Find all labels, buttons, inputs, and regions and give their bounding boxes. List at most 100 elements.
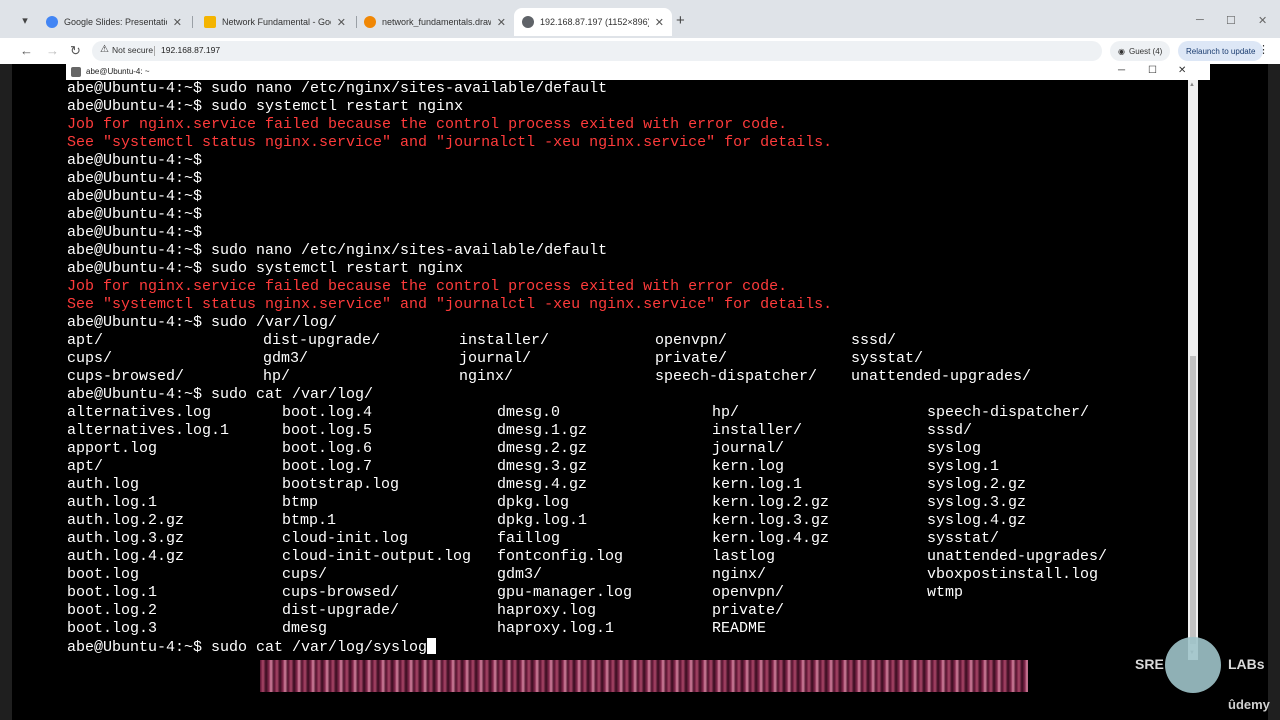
tab-title: Google Slides: Presentation Slides xyxy=(64,17,167,27)
terminal-line: abe@Ubuntu-4:~$ xyxy=(67,188,203,205)
maximize-icon[interactable]: ☐ xyxy=(1226,14,1236,27)
scrollbar[interactable]: ▲ ▼ xyxy=(1188,80,1198,660)
warning-icon: ⚠ xyxy=(100,44,109,55)
profile-button[interactable]: ◉ Guest (4) xyxy=(1110,41,1171,61)
globe-icon xyxy=(522,16,534,28)
completion-entry: gdm3/ xyxy=(263,350,309,367)
error-line: See "systemctl status nginx.service" and… xyxy=(67,296,833,313)
terminal-line: abe@Ubuntu-4:~$ sudo systemctl restart n… xyxy=(67,260,464,277)
browser-toolbar: ← → ↻ ⚠ Not secure 192.168.87.197 ◉ Gues… xyxy=(0,38,1280,64)
completion-entry: boot.log.3 xyxy=(67,620,158,637)
terminal-line: abe@Ubuntu-4:~$ sudo nano /etc/nginx/sit… xyxy=(67,80,608,97)
completion-entry: dmesg.0 xyxy=(497,404,561,421)
completion-entry: journal/ xyxy=(712,440,785,457)
scroll-up-icon[interactable]: ▲ xyxy=(1189,82,1195,88)
completion-entry: kern.log.1 xyxy=(712,476,803,493)
completion-entry: private/ xyxy=(712,602,785,619)
terminal-icon xyxy=(71,67,81,77)
completion-entry: alternatives.log xyxy=(67,404,212,421)
completion-entry: auth.log.2.gz xyxy=(67,512,185,529)
completion-entry: sssd/ xyxy=(927,422,973,439)
completion-entry: private/ xyxy=(655,350,728,367)
slides-icon xyxy=(204,16,216,28)
completion-entry: auth.log.4.gz xyxy=(67,548,185,565)
minimize-icon[interactable]: ─ xyxy=(1196,14,1204,26)
new-tab-button[interactable]: + xyxy=(676,12,685,30)
close-icon[interactable]: ✕ xyxy=(337,16,346,29)
command-input-line[interactable]: abe@Ubuntu-4:~$ sudo cat /var/log/syslog xyxy=(67,638,437,656)
completion-entry: haproxy.log.1 xyxy=(497,620,615,637)
completion-entry: dmesg.4.gz xyxy=(497,476,588,493)
completion-entry: gdm3/ xyxy=(497,566,543,583)
brand-labs: LABs xyxy=(1228,656,1265,672)
close-window-icon[interactable]: ✕ xyxy=(1258,14,1267,27)
completion-entry: dist-upgrade/ xyxy=(263,332,381,349)
tab-google-slides[interactable]: Google Slides: Presentation Slides ✕ xyxy=(38,8,190,36)
completion-entry: dmesg.1.gz xyxy=(497,422,588,439)
dna-logo-icon xyxy=(1165,637,1221,693)
scrollbar-thumb[interactable] xyxy=(1190,356,1196,644)
completion-entry: faillog xyxy=(497,530,561,547)
completion-entry: syslog.2.gz xyxy=(927,476,1027,493)
relaunch-button[interactable]: Relaunch to update xyxy=(1178,41,1264,61)
maximize-icon[interactable]: ☐ xyxy=(1148,65,1157,76)
completion-entry: boot.log.2 xyxy=(67,602,158,619)
completion-entry: speech-dispatcher/ xyxy=(655,368,818,385)
completion-entry: vboxpostinstall.log xyxy=(927,566,1099,583)
completion-entry: journal/ xyxy=(459,350,532,367)
close-icon[interactable]: ✕ xyxy=(655,16,664,29)
close-icon[interactable]: ✕ xyxy=(1178,65,1186,76)
completion-entry: dpkg.log.1 xyxy=(497,512,588,529)
udemy-logo: ûdemy xyxy=(1228,697,1270,712)
completion-entry: speech-dispatcher/ xyxy=(927,404,1090,421)
back-icon[interactable]: ← xyxy=(20,42,33,60)
completion-entry: cups-browsed/ xyxy=(282,584,400,601)
completion-entry: openvpn/ xyxy=(712,584,785,601)
remote-desktop: abe@Ubuntu-4: ~ ─ ☐ ✕ abe@Ubuntu-4:~$ su… xyxy=(12,64,1268,720)
tab-remote-desktop[interactable]: 192.168.87.197 (1152×896) ✕ xyxy=(514,8,672,36)
completion-entry: cloud-init.log xyxy=(282,530,409,547)
completion-entry: cups/ xyxy=(282,566,328,583)
completion-entry: nginx/ xyxy=(459,368,514,385)
terminal-output[interactable]: abe@Ubuntu-4:~$ sudo nano /etc/nginx/sit… xyxy=(66,80,1190,660)
completion-entry: kern.log.4.gz xyxy=(712,530,830,547)
completion-entry: cloud-init-output.log xyxy=(282,548,472,565)
tab-title: network_fundamentals.drawio xyxy=(382,17,491,27)
reload-icon[interactable]: ↻ xyxy=(70,42,81,60)
url-text[interactable]: 192.168.87.197 xyxy=(161,45,220,55)
completion-entry: dmesg.2.gz xyxy=(497,440,588,457)
tab-network-fundamental[interactable]: Network Fundamental - Google Slides ✕ xyxy=(196,8,354,36)
text-cursor xyxy=(427,638,437,654)
completion-entry: kern.log.2.gz xyxy=(712,494,830,511)
forward-icon[interactable]: → xyxy=(46,42,59,60)
terminal-line: abe@Ubuntu-4:~$ xyxy=(67,170,203,187)
completion-entry: dist-upgrade/ xyxy=(282,602,400,619)
minimize-icon[interactable]: ─ xyxy=(1118,65,1125,76)
error-line: Job for nginx.service failed because the… xyxy=(67,116,788,133)
video-strip xyxy=(260,660,1028,692)
completion-entry: installer/ xyxy=(712,422,803,439)
tab-search-icon[interactable]: ▾ xyxy=(16,12,34,30)
close-icon[interactable]: ✕ xyxy=(497,16,506,29)
completion-entry: syslog.3.gz xyxy=(927,494,1027,511)
completion-entry: apt/ xyxy=(67,458,104,475)
security-label[interactable]: Not secure xyxy=(112,45,153,55)
completion-entry: boot.log.4 xyxy=(282,404,373,421)
completion-entry: unattended-upgrades/ xyxy=(927,548,1108,565)
completion-entry: kern.log xyxy=(712,458,785,475)
tab-title: Network Fundamental - Google Slides xyxy=(222,17,331,27)
error-line: See "systemctl status nginx.service" and… xyxy=(67,134,833,151)
close-icon[interactable]: ✕ xyxy=(173,16,182,29)
completion-entry: sysstat/ xyxy=(927,530,1000,547)
brand-sre: SRE xyxy=(1135,656,1164,672)
address-bar[interactable]: ⚠ Not secure 192.168.87.197 xyxy=(92,41,1102,61)
completion-entry: auth.log xyxy=(67,476,140,493)
tab-drawio[interactable]: network_fundamentals.drawio ✕ xyxy=(356,8,514,36)
completion-entry: lastlog xyxy=(712,548,776,565)
completion-entry: dmesg xyxy=(282,620,328,637)
completion-entry: kern.log.3.gz xyxy=(712,512,830,529)
error-line: Job for nginx.service failed because the… xyxy=(67,278,788,295)
completion-entry: boot.log.1 xyxy=(67,584,158,601)
completion-entry: cups/ xyxy=(67,350,113,367)
menu-icon[interactable]: ⋮ xyxy=(1258,43,1269,56)
